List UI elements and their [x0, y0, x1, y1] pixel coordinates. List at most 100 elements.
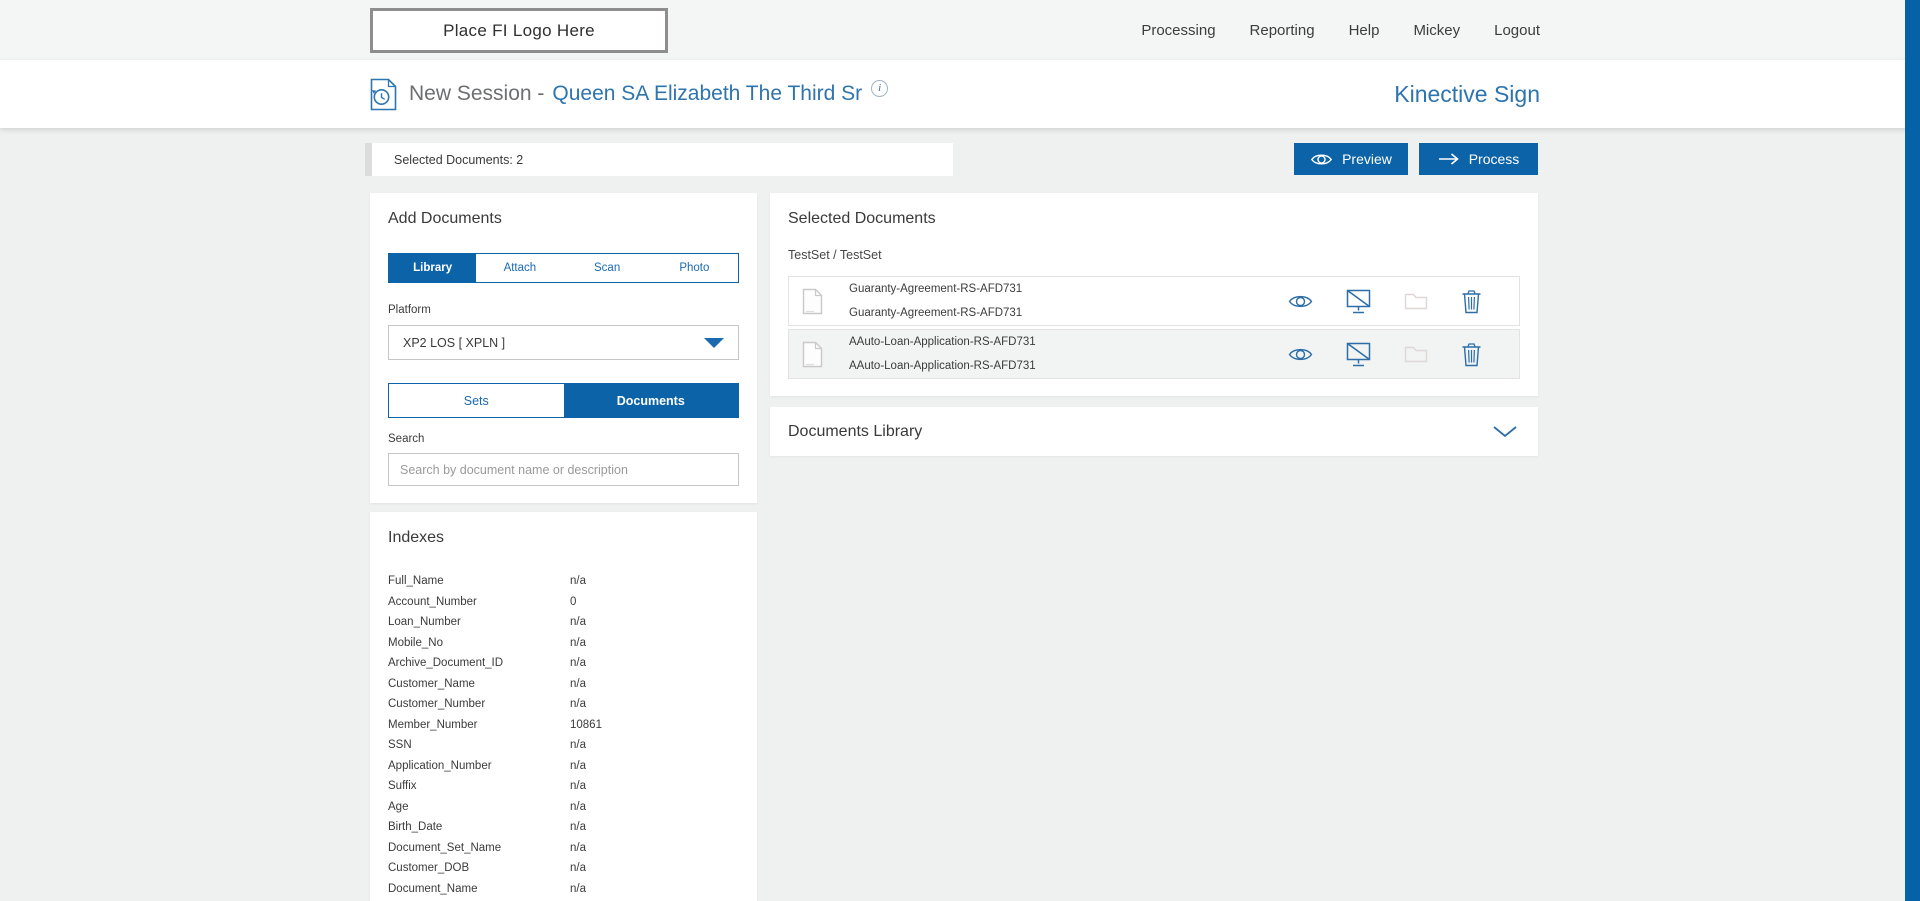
document-file-icon [802, 288, 823, 315]
nav-item-logout[interactable]: Logout [1494, 22, 1540, 39]
indexes-title: Indexes [388, 529, 739, 547]
tab-attach[interactable]: Attach [476, 254, 563, 282]
arrow-right-icon [1438, 153, 1460, 165]
index-key: Full_Name [388, 575, 570, 587]
top-navigation: Processing Reporting Help Mickey Logout [1141, 0, 1540, 60]
document-row: Guaranty-Agreement-RS-AFD731 Guaranty-Ag… [788, 276, 1520, 326]
index-row: Customer_DOBn/a [388, 858, 739, 879]
view-document-button[interactable] [1288, 293, 1313, 310]
index-value: n/a [570, 821, 586, 833]
info-icon[interactable]: i [871, 80, 888, 97]
search-input[interactable] [388, 453, 739, 486]
delete-document-button[interactable] [1461, 342, 1482, 367]
monitor-icon [1346, 342, 1371, 367]
add-documents-tabs: Library Attach Scan Photo [388, 253, 739, 283]
scrollbar[interactable] [1905, 0, 1920, 901]
document-row-actions [1288, 342, 1506, 367]
left-column: Add Documents Library Attach Scan Photo … [370, 193, 757, 901]
indexes-panel: Indexes Full_Namen/a Account_Number0 Loa… [370, 512, 757, 901]
index-row: Member_Number10861 [388, 715, 739, 736]
selected-count-label: Selected Documents: 2 [394, 153, 523, 167]
tab-photo[interactable]: Photo [651, 254, 738, 282]
folder-icon [1404, 292, 1428, 310]
folder-icon [1404, 345, 1428, 363]
platform-label: Platform [388, 304, 739, 316]
nav-item-help[interactable]: Help [1349, 22, 1380, 39]
sets-documents-toggle: Sets Documents [388, 383, 739, 418]
index-value: 10861 [570, 719, 602, 731]
right-column: Selected Documents TestSet / TestSet [770, 193, 1538, 456]
index-row: SSNn/a [388, 735, 739, 756]
view-document-button[interactable] [1288, 346, 1313, 363]
monitor-icon [1346, 289, 1371, 314]
toggle-sets[interactable]: Sets [389, 384, 564, 417]
toggle-documents[interactable]: Documents [564, 384, 739, 417]
nav-item-reporting[interactable]: Reporting [1250, 22, 1315, 39]
delete-document-button[interactable] [1461, 289, 1482, 314]
document-set-label: TestSet / TestSet [788, 248, 1520, 262]
index-row: Loan_Numbern/a [388, 612, 739, 633]
preview-button[interactable]: Preview [1294, 143, 1408, 175]
process-button[interactable]: Process [1419, 143, 1538, 175]
page: Place FI Logo Here Processing Reporting … [0, 0, 1920, 901]
index-key: Customer_DOB [388, 862, 570, 874]
index-value: n/a [570, 862, 586, 874]
index-key: Birth_Date [388, 821, 570, 833]
chevron-down-icon[interactable] [1492, 425, 1518, 439]
eye-icon [1310, 152, 1333, 167]
platform-select-value: XP2 LOS [ XPLN ] [403, 336, 505, 350]
index-value: n/a [570, 780, 586, 792]
session-customer-name[interactable]: Queen SA Elizabeth The Third Sr [552, 82, 862, 106]
action-bar: Selected Documents: 2 Preview Process [365, 143, 1538, 176]
index-value: n/a [570, 678, 586, 690]
index-key: Suffix [388, 780, 570, 792]
selected-documents-list: Guaranty-Agreement-RS-AFD731 Guaranty-Ag… [788, 276, 1520, 379]
selected-count-bar: Selected Documents: 2 [372, 143, 953, 176]
selected-documents-panel: Selected Documents TestSet / TestSet [770, 193, 1538, 396]
eye-icon [1288, 293, 1313, 310]
display-on-pad-button[interactable] [1346, 342, 1371, 367]
selected-documents-title: Selected Documents [788, 210, 1520, 228]
index-row: Full_Namen/a [388, 571, 739, 592]
document-name: Guaranty-Agreement-RS-AFD731 [849, 279, 1022, 299]
add-documents-panel: Add Documents Library Attach Scan Photo … [370, 193, 757, 503]
platform-select[interactable]: XP2 LOS [ XPLN ] [388, 325, 739, 360]
tab-scan[interactable]: Scan [564, 254, 651, 282]
index-value: 0 [570, 596, 576, 608]
process-button-label: Process [1469, 151, 1520, 167]
document-description: AAuto-Loan-Application-RS-AFD731 [849, 356, 1036, 376]
tab-library[interactable]: Library [389, 254, 476, 282]
index-value: n/a [570, 637, 586, 649]
add-documents-title: Add Documents [388, 210, 739, 228]
index-key: Document_Set_Name [388, 842, 570, 854]
documents-library-header[interactable]: Documents Library [770, 407, 1538, 456]
trash-icon [1461, 342, 1482, 367]
document-history-icon [370, 78, 397, 111]
folder-button[interactable] [1404, 345, 1428, 363]
search-label: Search [388, 433, 739, 445]
document-file-icon [802, 341, 823, 368]
index-row: Customer_Numbern/a [388, 694, 739, 715]
index-key: Account_Number [388, 596, 570, 608]
index-value: n/a [570, 883, 586, 895]
index-row: Suffixn/a [388, 776, 739, 797]
index-row: Agen/a [388, 797, 739, 818]
content-columns: Add Documents Library Attach Scan Photo … [370, 193, 1538, 901]
session-title: New Session - Queen SA Elizabeth The Thi… [370, 78, 888, 111]
index-key: SSN [388, 739, 570, 751]
index-key: Archive_Document_ID [388, 657, 570, 669]
index-value: n/a [570, 616, 586, 628]
index-row: Mobile_Non/a [388, 633, 739, 654]
folder-button[interactable] [1404, 292, 1428, 310]
index-row: Document_Set_Namen/a [388, 838, 739, 859]
document-row-actions [1288, 289, 1506, 314]
nav-item-processing[interactable]: Processing [1141, 22, 1215, 39]
index-key: Age [388, 801, 570, 813]
index-value: n/a [570, 575, 586, 587]
action-bar-spacer [953, 143, 1294, 176]
nav-item-user-mickey[interactable]: Mickey [1413, 22, 1460, 39]
indexes-list: Full_Namen/a Account_Number0 Loan_Number… [388, 571, 739, 899]
session-label: New Session - [409, 82, 544, 106]
display-on-pad-button[interactable] [1346, 289, 1371, 314]
index-key: Document_Name [388, 883, 570, 895]
